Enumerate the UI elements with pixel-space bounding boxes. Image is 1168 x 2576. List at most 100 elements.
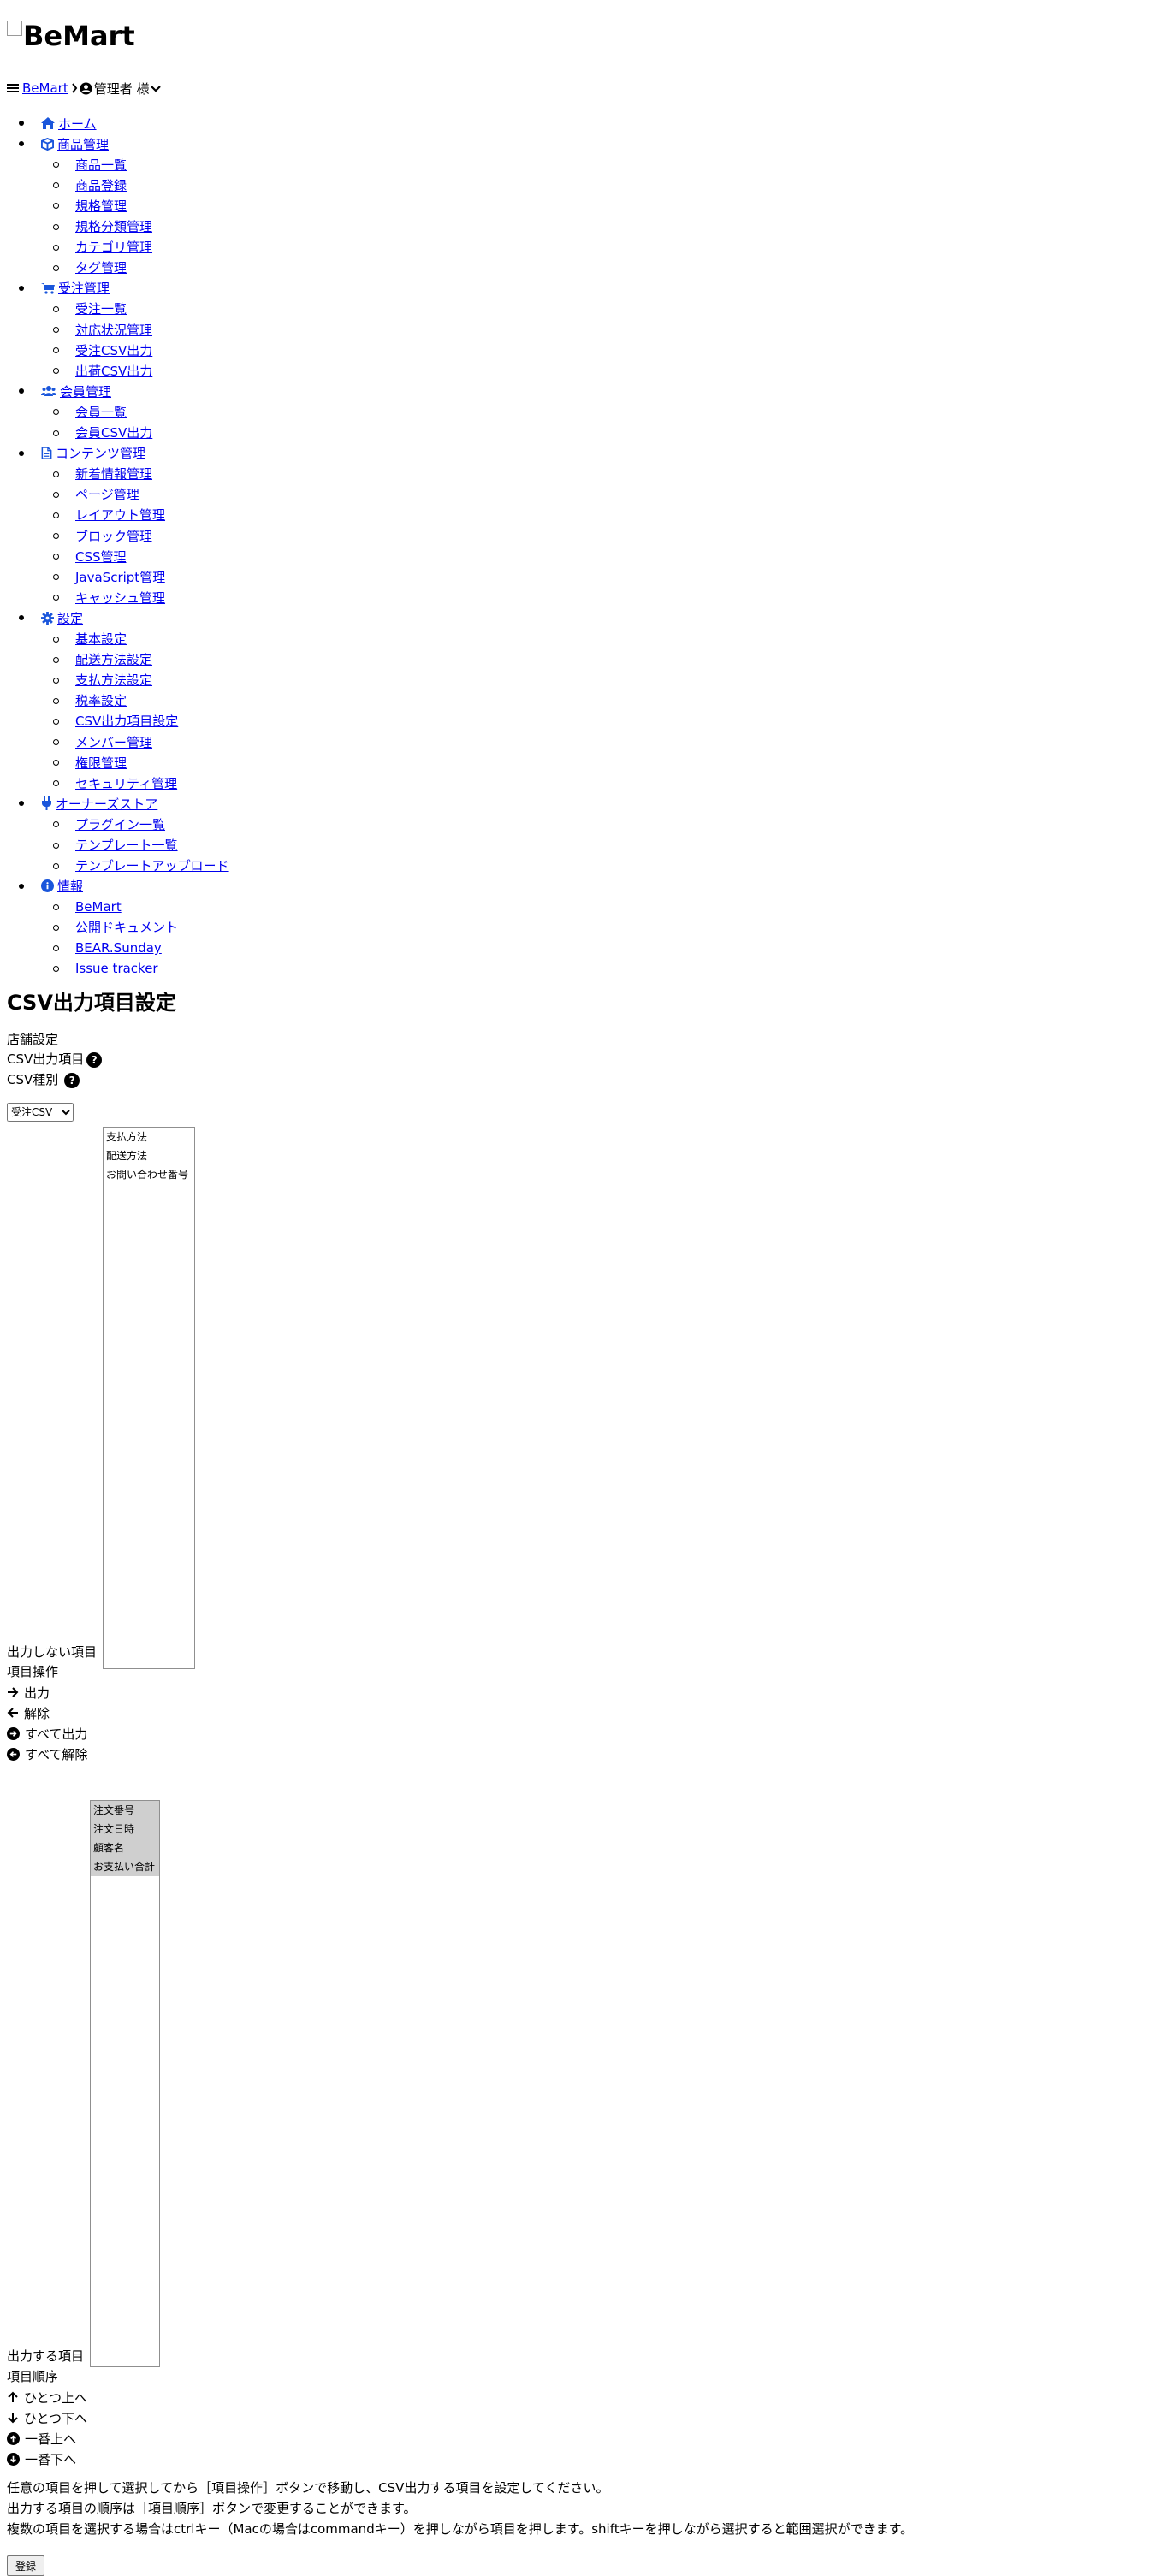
nav-item-0[interactable]: ホーム (19, 114, 97, 133)
nav-subitem[interactable]: 権限管理 (53, 753, 127, 772)
nav-item-7[interactable]: 情報 (19, 877, 83, 896)
nav-item-5[interactable]: 設定 (19, 608, 83, 627)
nav-item-label[interactable]: 商品管理 (57, 135, 109, 153)
nav-subitem[interactable]: プラグイン一覧 (53, 814, 165, 833)
nav-subitem-label[interactable]: CSV出力項目設定 (75, 712, 178, 730)
nav-subitem[interactable]: JavaScript管理 (53, 567, 165, 586)
help-icon[interactable]: ? (86, 1051, 103, 1068)
excluded-items-list[interactable]: 支払方法 配送方法 お問い合わせ番号 (103, 1127, 195, 1669)
list-option[interactable]: 支払方法 (104, 1128, 194, 1146)
list-option[interactable]: お問い合わせ番号 (104, 1165, 194, 1184)
brand-link[interactable]: BeMart (22, 80, 68, 96)
nav-subitem[interactable]: BEAR.Sunday (53, 939, 162, 957)
nav-subitem[interactable]: 会員一覧 (53, 402, 127, 421)
nav-subitem-label[interactable]: タグ管理 (75, 258, 127, 276)
operation-button-2[interactable]: すべて出力 (7, 1724, 87, 1743)
nav-subitem-label[interactable]: 受注一覧 (75, 299, 127, 317)
nav-subitem-label[interactable]: 会員CSV出力 (75, 423, 152, 441)
operation-button-0[interactable]: 出力 (7, 1683, 50, 1702)
nav-subitem-label[interactable]: 配送方法設定 (75, 650, 152, 668)
menu-toggle-icon[interactable] (7, 82, 19, 94)
nav-subitem-label[interactable]: キャッシュ管理 (75, 589, 165, 607)
nav-item-label[interactable]: 受注管理 (58, 279, 110, 297)
nav-subitem-label[interactable]: 規格分類管理 (75, 217, 152, 235)
nav-subitem-label[interactable]: カテゴリ管理 (75, 238, 152, 256)
nav-subitem-label[interactable]: 公開ドキュメント (75, 918, 178, 936)
nav-subitem[interactable]: 配送方法設定 (53, 650, 152, 669)
operation-button-1[interactable]: ひとつ下へ (7, 2408, 87, 2427)
nav-item-6[interactable]: オーナーズストア (19, 794, 157, 813)
nav-subitem[interactable]: 会員CSV出力 (53, 423, 152, 442)
nav-subitem-label[interactable]: メンバー管理 (75, 733, 152, 751)
nav-subitem-label[interactable]: BEAR.Sunday (75, 940, 162, 956)
nav-item-1[interactable]: 商品管理 (19, 134, 109, 153)
nav-subitem[interactable]: セキュリティ管理 (53, 773, 177, 792)
list-option[interactable]: 注文日時 (91, 1820, 159, 1839)
nav-subitem[interactable]: 規格分類管理 (53, 217, 152, 236)
nav-subitem[interactable]: 対応状況管理 (53, 320, 152, 339)
list-option[interactable]: お支払い合計 (91, 1857, 159, 1876)
nav-subitem[interactable]: 公開ドキュメント (53, 918, 178, 937)
nav-subitem[interactable]: 規格管理 (53, 196, 127, 215)
nav-subitem-label[interactable]: 支払方法設定 (75, 671, 152, 689)
nav-subitem-label[interactable]: CSS管理 (75, 548, 127, 566)
nav-subitem-label[interactable]: 会員一覧 (75, 403, 127, 421)
operation-button-2[interactable]: 一番上へ (7, 2429, 76, 2448)
nav-subitem-label[interactable]: Issue tracker (75, 961, 158, 976)
nav-subitem-label[interactable]: BeMart (75, 899, 122, 915)
nav-subitem[interactable]: 商品一覧 (53, 155, 127, 174)
list-option[interactable]: 注文番号 (91, 1801, 159, 1820)
nav-subitem-label[interactable]: ブロック管理 (75, 527, 152, 545)
operation-button-3[interactable]: 一番下へ (7, 2449, 76, 2468)
nav-subitem[interactable]: BeMart (53, 897, 122, 916)
nav-subitem[interactable]: カテゴリ管理 (53, 238, 152, 257)
nav-subitem-label[interactable]: 基本設定 (75, 630, 127, 648)
nav-subitem-label[interactable]: レイアウト管理 (75, 506, 165, 524)
nav-subitem[interactable]: テンプレート一覧 (53, 836, 178, 855)
nav-subitem[interactable]: Issue tracker (53, 959, 158, 978)
nav-subitem[interactable]: 新着情報管理 (53, 465, 152, 483)
operation-button-1[interactable]: 解除 (7, 1703, 50, 1722)
nav-subitem[interactable]: 支払方法設定 (53, 671, 152, 690)
nav-item-label[interactable]: 情報 (57, 877, 83, 895)
nav-subitem[interactable]: 商品登録 (53, 175, 127, 194)
nav-subitem-label[interactable]: 税率設定 (75, 691, 127, 709)
nav-subitem-label[interactable]: 商品登録 (75, 176, 127, 194)
submit-button[interactable]: 登録 (7, 2555, 44, 2576)
nav-item-4[interactable]: コンテンツ管理 (19, 444, 145, 463)
nav-subitem-label[interactable]: プラグイン一覧 (75, 815, 165, 833)
csv-type-select[interactable]: 受注CSV (7, 1103, 74, 1122)
nav-item-label[interactable]: コンテンツ管理 (56, 444, 145, 462)
operation-button-3[interactable]: すべて解除 (7, 1744, 87, 1763)
help-icon[interactable]: ? (64, 1072, 80, 1088)
nav-subitem-label[interactable]: JavaScript管理 (75, 568, 165, 586)
nav-subitem[interactable]: メンバー管理 (53, 732, 152, 751)
nav-subitem[interactable]: 税率設定 (53, 691, 127, 710)
chevron-down-icon[interactable] (151, 85, 162, 92)
nav-subitem-label[interactable]: セキュリティ管理 (75, 774, 177, 792)
nav-item-label[interactable]: ホーム (58, 115, 97, 133)
nav-subitem-label[interactable]: テンプレートアップロード (75, 856, 229, 874)
list-option[interactable]: 配送方法 (104, 1146, 194, 1165)
nav-subitem[interactable]: ページ管理 (53, 485, 139, 504)
nav-subitem-label[interactable]: 受注CSV出力 (75, 341, 152, 359)
nav-subitem[interactable]: キャッシュ管理 (53, 588, 165, 607)
operation-button-0[interactable]: ひとつ上へ (7, 2388, 87, 2407)
nav-subitem-label[interactable]: 権限管理 (75, 754, 127, 772)
nav-subitem[interactable]: テンプレートアップロード (53, 856, 229, 875)
nav-subitem-label[interactable]: 出荷CSV出力 (75, 362, 152, 380)
nav-subitem[interactable]: 受注CSV出力 (53, 341, 152, 359)
nav-item-2[interactable]: 受注管理 (19, 279, 110, 298)
nav-subitem-label[interactable]: 規格管理 (75, 197, 127, 215)
nav-subitem[interactable]: CSS管理 (53, 547, 127, 566)
nav-subitem[interactable]: 出荷CSV出力 (53, 361, 152, 380)
nav-item-3[interactable]: 会員管理 (19, 382, 111, 400)
nav-subitem[interactable]: 受注一覧 (53, 299, 127, 318)
nav-subitem[interactable]: レイアウト管理 (53, 506, 165, 524)
nav-subitem-label[interactable]: ページ管理 (75, 485, 139, 503)
nav-subitem-label[interactable]: 商品一覧 (75, 156, 127, 174)
list-option[interactable]: 顧客名 (91, 1839, 159, 1857)
nav-subitem[interactable]: ブロック管理 (53, 526, 152, 545)
included-items-list[interactable]: 注文番号 注文日時 顧客名 お支払い合計 (90, 1800, 160, 2367)
nav-subitem-label[interactable]: 新着情報管理 (75, 465, 152, 483)
